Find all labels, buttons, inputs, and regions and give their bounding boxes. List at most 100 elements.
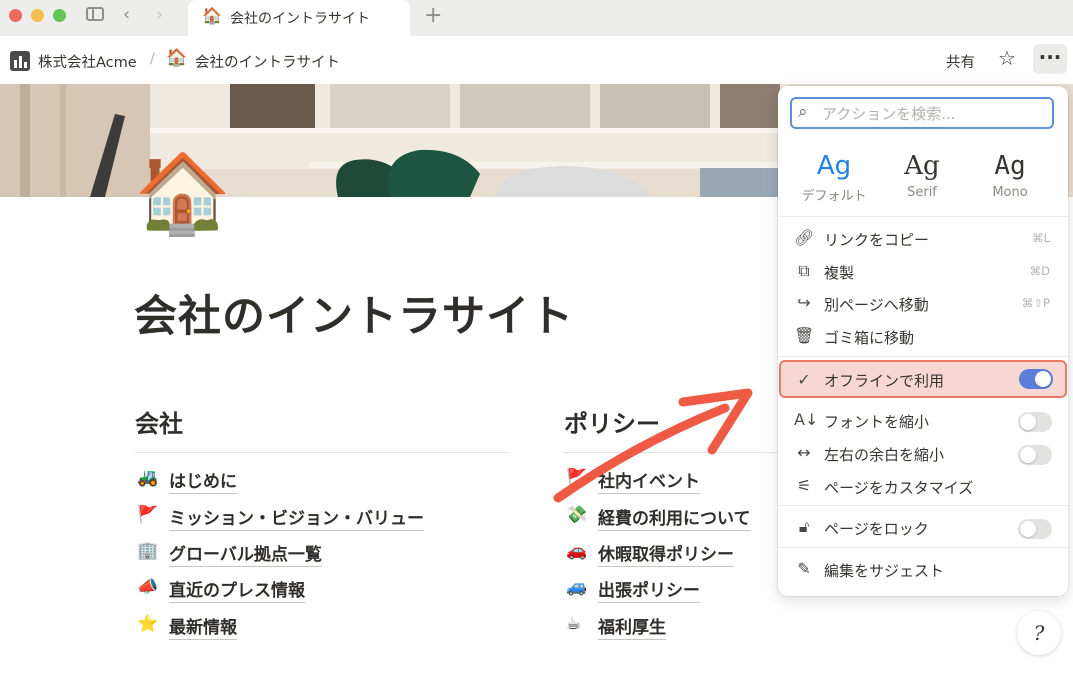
font-option-mono[interactable]: Ag Mono — [970, 150, 1050, 200]
workspace-logo-icon — [10, 51, 30, 71]
menu-item-label: 編集をサジェスト — [824, 562, 945, 580]
section-heading-company: 会社 — [135, 410, 183, 438]
full-width-item[interactable]: ↔ 左右の余白を縮小 — [784, 437, 1062, 469]
shortcut-label: ⌘D — [1029, 264, 1050, 278]
width-arrows-icon: ↔ — [797, 443, 811, 462]
duplicate-icon: ⧉ — [798, 261, 810, 280]
trash-icon: 🗑︎ — [794, 326, 815, 345]
font-name: Serif — [907, 185, 937, 200]
maximize-window-button[interactable] — [53, 9, 66, 22]
office-building-icon: 🏢 — [137, 541, 159, 561]
breadcrumb-workspace[interactable]: 株式会社Acme — [38, 51, 137, 72]
menu-item-label: ゴミ箱に移動 — [824, 329, 915, 347]
font-option-default[interactable]: Ag デフォルト — [794, 150, 874, 204]
font-name: Mono — [992, 185, 1028, 200]
list-item-label[interactable]: 福利厚生 — [598, 613, 666, 640]
move-to-trash-item[interactable]: 🗑︎ ゴミ箱に移動 — [784, 320, 1062, 352]
shortcut-label: ⌘L — [1032, 231, 1050, 245]
lock-page-toggle[interactable] — [1018, 519, 1052, 539]
full-width-toggle[interactable] — [1018, 445, 1052, 465]
menu-divider — [778, 547, 1068, 548]
star-icon: ⭐ — [137, 614, 159, 634]
car-icon: 🚗 — [566, 541, 588, 561]
small-text-toggle[interactable] — [1018, 412, 1052, 432]
section-heading-policy: ポリシー — [564, 410, 660, 438]
move-to-item[interactable]: ↪ 別ページへ移動 ⌘⇧P — [784, 287, 1062, 319]
breadcrumb-separator: / — [150, 51, 155, 67]
tab-current[interactable]: 🏠 会社のイントラサイト — [188, 0, 410, 36]
font-sample: Ag — [994, 151, 1026, 181]
edit-suggest-icon: ✎ — [797, 559, 811, 578]
minimize-window-button[interactable] — [31, 9, 44, 22]
menu-item-label: フォントを縮小 — [824, 413, 930, 431]
tractor-icon: 🚜 — [137, 468, 159, 488]
font-sample: Ag — [816, 151, 852, 181]
suggest-edits-item[interactable]: ✎ 編集をサジェスト — [784, 553, 1062, 585]
list-item-label[interactable]: 休暇取得ポリシー — [598, 540, 734, 567]
star-icon[interactable]: ☆ — [998, 46, 1016, 70]
sidebar-toggle-icon[interactable] — [86, 7, 104, 21]
menu-divider — [778, 505, 1068, 506]
menu-item-label: 別ページへ移動 — [824, 296, 929, 314]
offline-item[interactable]: ✓ オフラインで利用 — [779, 360, 1067, 398]
new-tab-button[interactable]: + — [424, 3, 442, 28]
house-icon: 🏠 — [202, 6, 222, 25]
menu-item-label: 複製 — [824, 264, 855, 282]
page-icon[interactable]: 🏠 — [134, 150, 231, 238]
share-button[interactable]: 共有 — [946, 51, 975, 72]
page-actions-menu: ⌕ Ag デフォルト Ag Serif Ag Mono 🔗︎ リンクをコピー ⌘… — [778, 86, 1068, 596]
close-window-button[interactable] — [9, 9, 22, 22]
font-option-serif[interactable]: Ag Serif — [882, 150, 962, 200]
lock-icon: 🔓︎ — [798, 517, 810, 536]
list-item-label[interactable]: グローバル拠点一覧 — [169, 540, 322, 567]
action-search-box[interactable]: ⌕ — [790, 97, 1054, 129]
suv-icon: 🚙 — [566, 577, 588, 597]
font-sample: Ag — [904, 151, 940, 181]
section-divider — [135, 452, 510, 453]
list-item-label[interactable]: 経費の利用について — [598, 504, 751, 531]
sliders-icon: ⚟ — [796, 476, 812, 495]
action-search-input[interactable] — [820, 101, 1044, 127]
breadcrumb-page[interactable]: 会社のイントラサイト — [195, 51, 340, 72]
list-item-label[interactable]: はじめに — [169, 467, 237, 494]
page-topbar: 株式会社Acme / 🏠 会社のイントラサイト 共有 ☆ ··· — [0, 36, 1073, 84]
more-options-button[interactable]: ··· — [1033, 44, 1067, 74]
link-icon: 🔗︎ — [794, 228, 815, 247]
coffee-icon: ☕ — [566, 614, 582, 634]
small-text-item[interactable]: A↓ フォントを縮小 — [784, 404, 1062, 436]
menu-divider — [778, 356, 1068, 357]
page-title[interactable]: 会社のイントラサイト — [134, 282, 574, 344]
check-circle-icon: ✓ — [797, 370, 811, 389]
forward-arrow-icon[interactable]: › — [156, 4, 163, 26]
tab-title: 会社のイントラサイト — [230, 11, 370, 27]
list-item-label[interactable]: ミッション・ビジョン・バリュー — [169, 504, 424, 531]
section-divider — [564, 452, 778, 453]
lock-page-item[interactable]: 🔓︎ ページをロック — [784, 511, 1062, 543]
menu-item-label: 左右の余白を縮小 — [824, 446, 945, 464]
list-item-label[interactable]: 最新情報 — [169, 613, 237, 640]
flag-icon: 🚩 — [566, 468, 588, 488]
list-item-label[interactable]: 出張ポリシー — [598, 576, 700, 603]
megaphone-icon: 📣 — [137, 577, 159, 597]
browser-tab-bar: ‹ › 🏠 会社のイントラサイト + — [0, 0, 1073, 36]
menu-item-label: オフラインで利用 — [824, 372, 945, 390]
menu-divider — [778, 216, 1068, 217]
duplicate-item[interactable]: ⧉ 複製 ⌘D — [784, 255, 1062, 287]
list-item-label[interactable]: 社内イベント — [598, 467, 700, 494]
customize-page-item[interactable]: ⚟ ページをカスタマイズ — [784, 470, 1062, 502]
money-icon: 💸 — [566, 505, 588, 525]
flag-icon: 🚩 — [137, 505, 159, 525]
list-item-label[interactable]: 直近のプレス情報 — [169, 576, 305, 603]
move-arrow-icon: ↪ — [797, 293, 811, 312]
shortcut-label: ⌘⇧P — [1021, 296, 1050, 310]
font-name: デフォルト — [801, 189, 867, 204]
menu-item-label: ページをカスタマイズ — [824, 479, 974, 497]
menu-item-label: リンクをコピー — [824, 231, 930, 249]
help-button[interactable]: ? — [1017, 611, 1061, 655]
font-size-icon: A↓ — [794, 410, 819, 429]
search-icon: ⌕ — [798, 102, 808, 122]
back-arrow-icon[interactable]: ‹ — [123, 4, 130, 26]
menu-item-label: ページをロック — [824, 520, 929, 538]
offline-toggle[interactable] — [1019, 369, 1053, 389]
copy-link-item[interactable]: 🔗︎ リンクをコピー ⌘L — [784, 222, 1062, 254]
